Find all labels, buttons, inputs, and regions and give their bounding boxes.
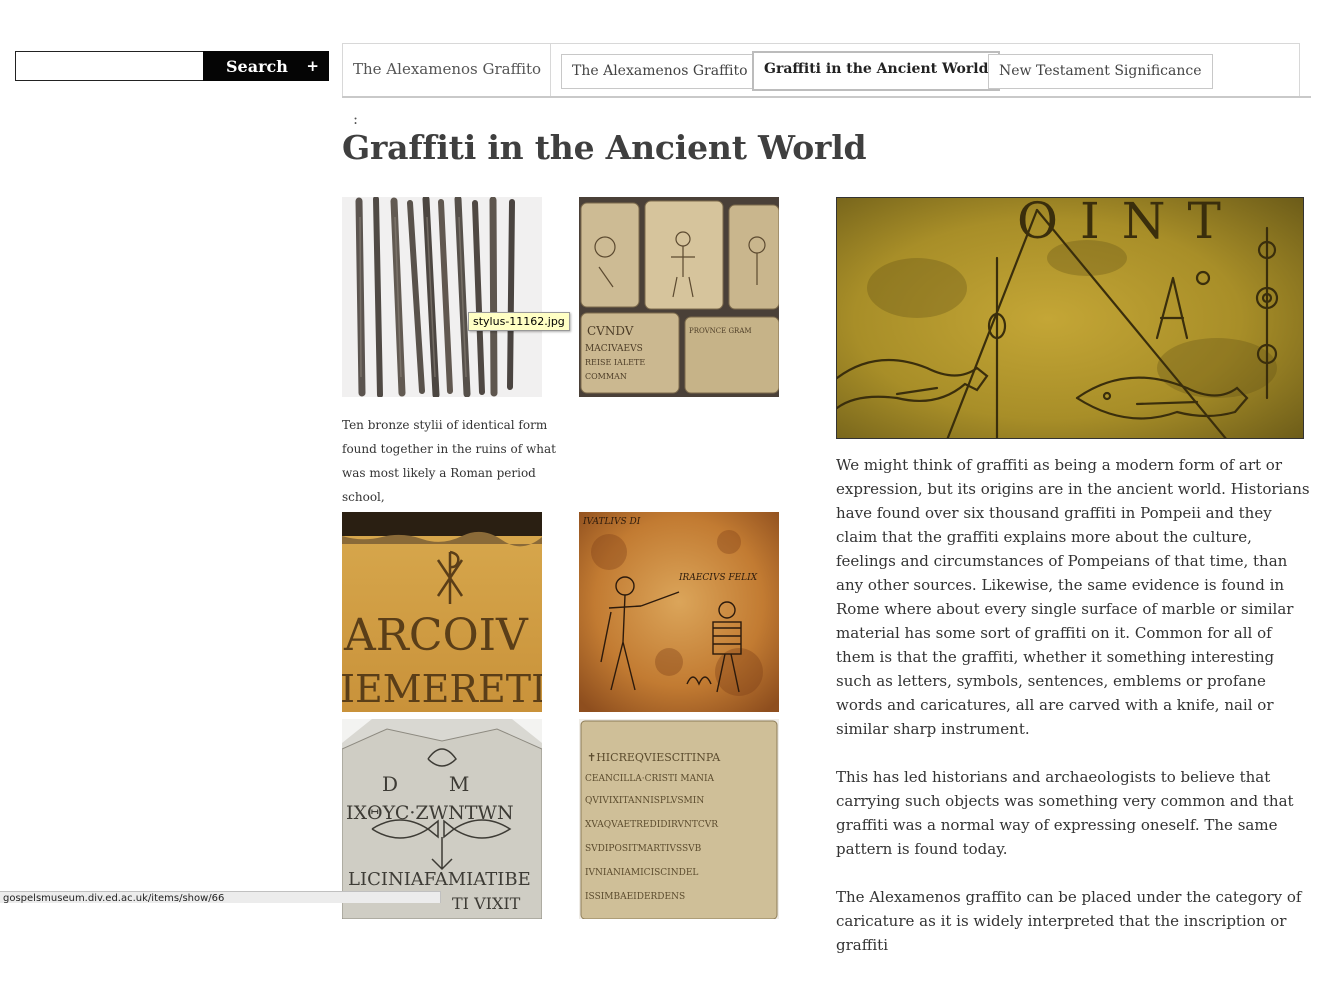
image-filename-tooltip: stylus-11162.jpg bbox=[468, 312, 570, 331]
slab-line-2: CEANCILLA·CRISTI MANIA bbox=[585, 774, 715, 784]
chi-rho-inscription-line2: IEMERETI bbox=[342, 667, 542, 711]
nav-divider bbox=[342, 96, 1311, 98]
featured-graffiti-image[interactable]: OINT bbox=[836, 197, 1304, 439]
fresco-label-1: IVATLIVS DI bbox=[582, 517, 641, 527]
slab-line-7: ISSIMBAEIDERDENS bbox=[585, 892, 685, 902]
fish-tombstone-thumbnail[interactable]: D M IXΘYC·ZWNTWN LICINIAFAMIATIBE TI VIX… bbox=[342, 719, 542, 919]
chi-rho-inscription-thumbnail[interactable]: ARCOIV IEMERETI bbox=[342, 512, 542, 712]
tablet-inscription-4: COMMAN bbox=[585, 372, 627, 381]
tablet-inscription-5: PROVNCE GRAM bbox=[689, 327, 752, 335]
tab-new-testament-significance[interactable]: New Testament Significance bbox=[988, 54, 1213, 89]
article-paragraph-2: This has led historians and archaeologis… bbox=[836, 768, 1294, 858]
tab-graffiti-in-the-ancient-world[interactable]: Graffiti in the Ancient World bbox=[752, 51, 1001, 91]
tablets-thumbnail[interactable]: CVNDV MACIVAEVS REISE IALETE COMMAN PROV… bbox=[579, 197, 779, 397]
fresco-label-2: IRAECIVS FELIX bbox=[678, 573, 758, 583]
search-input[interactable] bbox=[15, 51, 218, 81]
nav-section-label: The Alexamenos Graffito : bbox=[343, 44, 551, 128]
search-form: Search + bbox=[15, 51, 329, 81]
tombstone-line-4: TI VIXIT bbox=[452, 894, 521, 913]
browser-status-url: gospelsmuseum.div.ed.ac.uk/items/show/66 bbox=[0, 891, 441, 903]
search-button-label: Search bbox=[226, 56, 288, 76]
slab-line-1: ✝HICREQVIESCITINPA bbox=[587, 751, 721, 764]
slab-line-5: SVDIPOSITMARTIVSSVB bbox=[585, 844, 702, 854]
article-paragraph-1: We might think of graffiti as being a mo… bbox=[836, 456, 1310, 738]
stone-slab-thumbnail[interactable]: ✝HICREQVIESCITINPA CEANCILLA·CRISTI MANI… bbox=[579, 719, 779, 919]
stylus-caption: Ten bronze stylii of identical form foun… bbox=[342, 418, 556, 504]
fresco-thumbnail[interactable]: IVATLIVS DI IRAECIVS FELIX bbox=[579, 512, 779, 712]
stylus-thumbnail[interactable] bbox=[342, 197, 542, 397]
feature-inscription: OINT bbox=[1017, 198, 1243, 250]
section-navigation: The Alexamenos Graffito : The Alexamenos… bbox=[342, 43, 1300, 128]
tablet-inscription-2: MACIVAEVS bbox=[585, 344, 643, 354]
advanced-search-plus-icon[interactable]: + bbox=[306, 57, 319, 75]
slab-line-3: QVIVIXITANNISPLVSMIN bbox=[585, 796, 704, 806]
article-body: We might think of graffiti as being a mo… bbox=[836, 453, 1314, 981]
slab-line-6: IVNIANIAMICISCINDEL bbox=[585, 868, 698, 878]
tab-the-alexamenos-graffito[interactable]: The Alexamenos Graffito bbox=[561, 54, 759, 89]
tombstone-dm: D M bbox=[382, 772, 469, 796]
chi-rho-inscription-line1: ARCOIV bbox=[343, 610, 529, 661]
tombstone-line-3: LICINIAFAMIATIBE bbox=[348, 869, 531, 890]
page-title: Graffiti in the Ancient World bbox=[342, 128, 867, 167]
tombstone-ichthys-line: IXΘYC·ZWNTWN bbox=[346, 802, 514, 824]
tablet-inscription-1: CVNDV bbox=[587, 324, 634, 338]
search-button[interactable]: Search + bbox=[203, 51, 329, 81]
slab-line-4: XVAQVAETREDIDIRVNTCVR bbox=[585, 820, 718, 830]
article-paragraph-3: The Alexamenos graffito can be placed un… bbox=[836, 888, 1302, 954]
tablet-inscription-3: REISE IALETE bbox=[585, 358, 645, 367]
